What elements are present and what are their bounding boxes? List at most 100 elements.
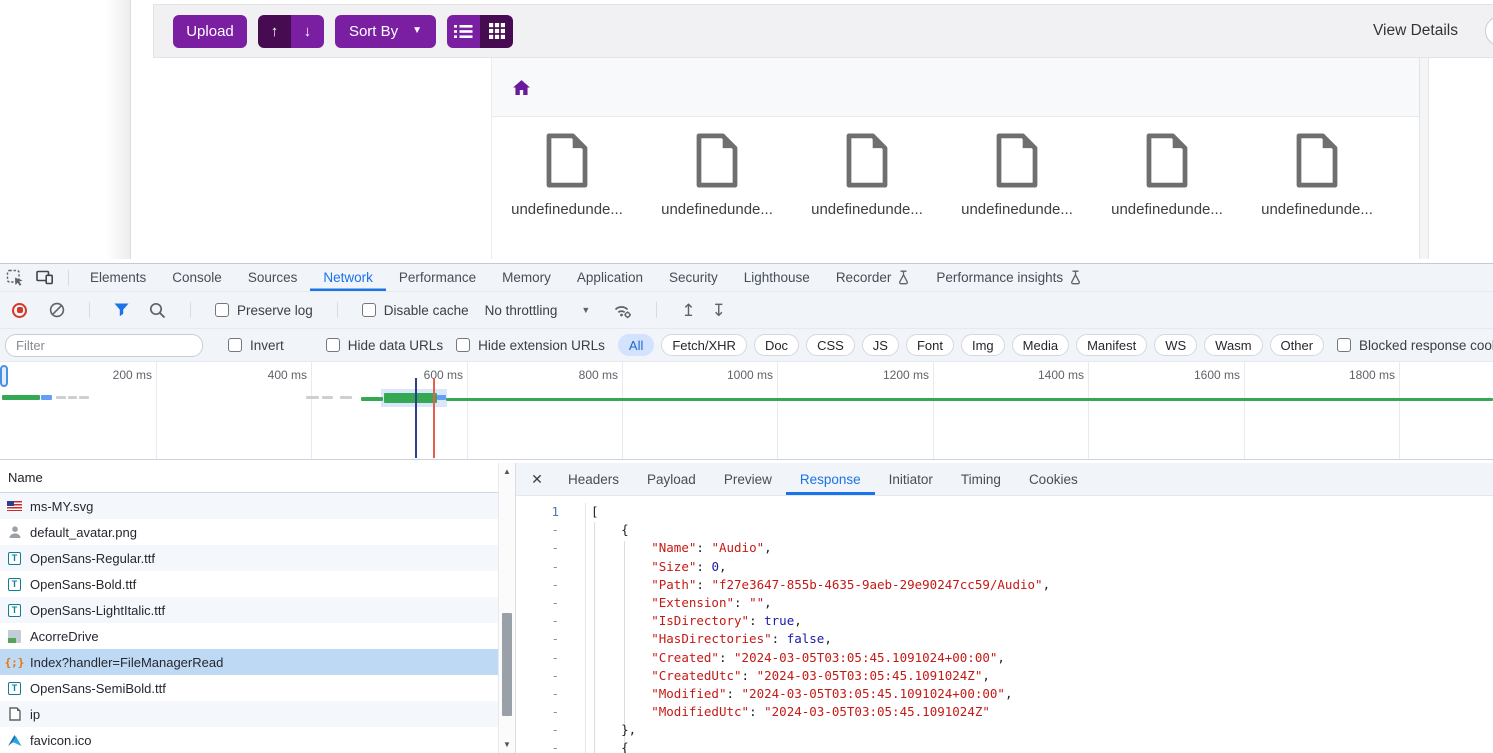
timeline-gridline bbox=[1244, 362, 1245, 459]
throttling-select[interactable]: No throttling ▼ bbox=[485, 303, 591, 318]
line-number[interactable]: - bbox=[516, 739, 559, 753]
filter-pill-js[interactable]: JS bbox=[862, 334, 899, 356]
network-overview-timeline[interactable]: 200 ms400 ms600 ms800 ms1000 ms1200 ms14… bbox=[0, 362, 1493, 460]
view-details-toggle-partial[interactable] bbox=[1485, 16, 1493, 46]
filter-pill-all[interactable]: All bbox=[618, 334, 654, 356]
tab-security[interactable]: Security bbox=[656, 264, 731, 291]
file-panel-scrollbar[interactable] bbox=[1419, 58, 1429, 259]
filter-pill-fetch-xhr[interactable]: Fetch/XHR bbox=[661, 334, 747, 356]
line-number[interactable]: - bbox=[516, 576, 559, 594]
filter-pill-manifest[interactable]: Manifest bbox=[1076, 334, 1147, 356]
line-number[interactable]: - bbox=[516, 685, 559, 703]
response-tab-initiator[interactable]: Initiator bbox=[875, 463, 947, 495]
file-item[interactable]: undefinedunde... bbox=[1242, 133, 1392, 218]
line-number[interactable]: - bbox=[516, 612, 559, 630]
line-number[interactable]: - bbox=[516, 594, 559, 612]
filter-pill-font[interactable]: Font bbox=[906, 334, 954, 356]
tab-network[interactable]: Network bbox=[310, 264, 386, 291]
scroll-down-icon[interactable]: ▼ bbox=[499, 740, 515, 749]
filter-pill-media[interactable]: Media bbox=[1012, 334, 1069, 356]
network-conditions-icon[interactable] bbox=[612, 302, 632, 319]
request-row-opensans-lightitalic-ttf[interactable]: TOpenSans-LightItalic.ttf bbox=[0, 597, 515, 623]
hide-data-urls-checkbox[interactable]: Hide data URLs bbox=[326, 338, 443, 353]
line-number[interactable]: - bbox=[516, 721, 559, 739]
request-row-ms-my-svg[interactable]: ms-MY.svg bbox=[0, 493, 515, 519]
timeline-drag-handle[interactable] bbox=[0, 365, 8, 387]
request-list-header[interactable]: Name bbox=[0, 463, 515, 493]
waterfall-bar bbox=[56, 396, 66, 399]
grid-view-button[interactable] bbox=[480, 15, 513, 48]
tab-performance[interactable]: Performance bbox=[386, 264, 489, 291]
code-line: - "IsDirectory": true, bbox=[516, 612, 1493, 630]
record-network-log-icon[interactable] bbox=[12, 303, 27, 318]
file-icon bbox=[694, 133, 740, 188]
network-filter-input[interactable] bbox=[5, 334, 203, 357]
line-number[interactable]: - bbox=[516, 667, 559, 685]
close-icon[interactable]: ✕ bbox=[520, 463, 554, 495]
request-row-opensans-semibold-ttf[interactable]: TOpenSans-SemiBold.ttf bbox=[0, 675, 515, 701]
line-number[interactable]: - bbox=[516, 649, 559, 667]
hide-extension-urls-checkbox[interactable]: Hide extension URLs bbox=[456, 338, 605, 353]
request-row-favicon-ico[interactable]: favicon.ico bbox=[0, 727, 515, 753]
request-row-acorredrive[interactable]: AcorreDrive bbox=[0, 623, 515, 649]
import-har-icon[interactable]: ↥ bbox=[681, 302, 695, 319]
line-number[interactable]: - bbox=[516, 558, 559, 576]
filter-pill-wasm[interactable]: Wasm bbox=[1204, 334, 1262, 356]
file-item[interactable]: undefinedunde... bbox=[792, 133, 942, 218]
request-row-default-avatar-png[interactable]: default_avatar.png bbox=[0, 519, 515, 545]
scroll-up-icon[interactable]: ▲ bbox=[499, 467, 515, 476]
inspect-element-icon[interactable] bbox=[0, 264, 30, 291]
request-row-ip[interactable]: ip bbox=[0, 701, 515, 727]
line-number[interactable]: - bbox=[516, 703, 559, 721]
sort-ascending-button[interactable]: ↑ bbox=[258, 15, 291, 48]
filter-pill-css[interactable]: CSS bbox=[806, 334, 855, 356]
tab-application[interactable]: Application bbox=[564, 264, 656, 291]
blocked-response-cookies-checkbox[interactable]: Blocked response cookies bbox=[1337, 338, 1493, 353]
tab-performance-insights[interactable]: Performance insights bbox=[923, 264, 1095, 291]
file-item[interactable]: undefinedunde... bbox=[1092, 133, 1242, 218]
response-body-viewer[interactable]: 1[- {- "Name": "Audio",- "Size": 0,- "Pa… bbox=[516, 496, 1493, 753]
filter-pill-other[interactable]: Other bbox=[1270, 334, 1325, 356]
preserve-log-checkbox[interactable]: Preserve log bbox=[215, 303, 313, 318]
tab-elements[interactable]: Elements bbox=[77, 264, 159, 291]
upload-button[interactable]: Upload bbox=[173, 15, 247, 48]
search-icon[interactable] bbox=[149, 302, 166, 319]
response-tab-timing[interactable]: Timing bbox=[947, 463, 1015, 495]
disable-cache-checkbox[interactable]: Disable cache bbox=[362, 303, 469, 318]
tab-memory[interactable]: Memory bbox=[489, 264, 564, 291]
tab-sources[interactable]: Sources bbox=[235, 264, 311, 291]
list-view-button[interactable] bbox=[447, 15, 480, 48]
export-har-icon[interactable]: ↧ bbox=[712, 302, 726, 319]
request-row-index-handler-filemanagerread[interactable]: {;}Index?handler=FileManagerRead bbox=[0, 649, 515, 675]
line-number[interactable]: - bbox=[516, 521, 559, 539]
filter-toggle-icon[interactable] bbox=[114, 303, 129, 317]
filter-pill-ws[interactable]: WS bbox=[1154, 334, 1197, 356]
sort-by-button[interactable]: Sort By ▼ bbox=[335, 15, 436, 48]
request-row-opensans-bold-ttf[interactable]: TOpenSans-Bold.ttf bbox=[0, 571, 515, 597]
tab-recorder[interactable]: Recorder bbox=[823, 264, 924, 291]
filter-pill-img[interactable]: Img bbox=[961, 334, 1005, 356]
line-number[interactable]: - bbox=[516, 539, 559, 557]
line-number[interactable]: - bbox=[516, 630, 559, 648]
tab-console[interactable]: Console bbox=[159, 264, 235, 291]
clear-network-log-icon[interactable] bbox=[49, 302, 65, 318]
sort-descending-button[interactable]: ↓ bbox=[291, 15, 324, 48]
invert-checkbox[interactable]: Invert bbox=[228, 338, 284, 353]
file-item[interactable]: undefinedunde... bbox=[492, 133, 642, 218]
scrollbar-thumb[interactable] bbox=[502, 613, 512, 716]
response-tab-headers[interactable]: Headers bbox=[554, 463, 633, 495]
file-item[interactable]: undefinedunde... bbox=[942, 133, 1092, 218]
filter-pill-doc[interactable]: Doc bbox=[754, 334, 799, 356]
device-toolbar-icon[interactable] bbox=[30, 264, 60, 291]
line-number[interactable]: 1 bbox=[516, 503, 559, 521]
tab-lighthouse[interactable]: Lighthouse bbox=[731, 264, 823, 291]
home-icon[interactable] bbox=[513, 80, 530, 95]
response-tab-payload[interactable]: Payload bbox=[633, 463, 710, 495]
response-tab-response[interactable]: Response bbox=[786, 463, 875, 495]
response-tab-cookies[interactable]: Cookies bbox=[1015, 463, 1092, 495]
view-details-label[interactable]: View Details bbox=[1373, 22, 1458, 40]
font-file-icon: T bbox=[8, 578, 21, 591]
request-row-opensans-regular-ttf[interactable]: TOpenSans-Regular.ttf bbox=[0, 545, 515, 571]
file-item[interactable]: undefinedunde... bbox=[642, 133, 792, 218]
response-tab-preview[interactable]: Preview bbox=[710, 463, 786, 495]
